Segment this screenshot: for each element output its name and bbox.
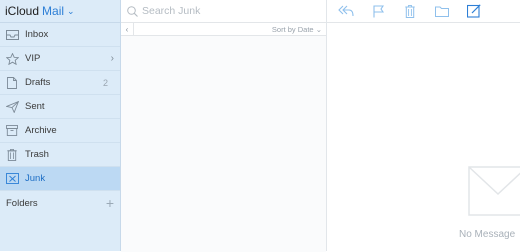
folders-label: Folders — [6, 197, 38, 209]
document-icon — [0, 76, 24, 89]
message-list-empty — [121, 36, 326, 252]
reply-icon[interactable] — [330, 0, 362, 22]
sidebar-item-drafts[interactable]: Drafts 2 — [0, 71, 120, 95]
sidebar-item-vip[interactable]: VIP › — [0, 47, 120, 71]
flag-icon[interactable] — [362, 0, 394, 22]
collapse-list-button[interactable]: ‹ — [121, 23, 134, 35]
message-toolbar — [327, 0, 520, 23]
sort-by-date-button[interactable]: Sort by Date ⌄ — [272, 25, 322, 34]
envelope-icon — [468, 166, 520, 221]
folders-section-header: Folders + — [0, 191, 120, 215]
sidebar-item-sent[interactable]: Sent — [0, 95, 120, 119]
drafts-count-badge: 2 — [102, 77, 108, 88]
folder-icon[interactable] — [426, 0, 458, 22]
chevron-down-icon: ⌄ — [315, 24, 322, 34]
sort-label: Sort by Date — [271, 24, 314, 34]
sidebar-item-label: Archive — [25, 125, 57, 136]
sidebar-item-label: Inbox — [25, 29, 49, 40]
app-name: iCloud — [5, 4, 40, 18]
sidebar-item-label: Drafts — [25, 77, 51, 88]
sidebar-item-junk[interactable]: Junk — [0, 167, 120, 191]
chevron-right-icon[interactable]: › — [111, 53, 114, 64]
sidebar-item-label: Junk — [25, 173, 46, 184]
sidebar-item-trash[interactable]: Trash — [0, 143, 120, 167]
trash-icon — [0, 148, 24, 161]
mailbox-sidebar: iCloud Mail ⌄ Inbox VIP › Drafts 2 Sent … — [0, 0, 121, 251]
sidebar-item-label: VIP — [25, 53, 41, 64]
archive-box-icon — [0, 125, 24, 136]
sort-bar: ‹ Sort by Date ⌄ — [121, 23, 326, 36]
search-input[interactable]: Search Junk — [142, 5, 200, 17]
chevron-down-icon: ⌄ — [67, 5, 75, 16]
search-bar[interactable]: Search Junk — [121, 0, 326, 23]
reading-pane: No Message — [327, 0, 520, 251]
sidebar-item-label: Sent — [25, 101, 45, 112]
message-list-pane: Search Junk ‹ Sort by Date ⌄ — [121, 0, 327, 252]
sidebar-item-inbox[interactable]: Inbox — [0, 23, 120, 47]
sidebar-item-archive[interactable]: Archive — [0, 119, 120, 143]
app-title[interactable]: iCloud Mail ⌄ — [0, 0, 120, 23]
inbox-icon — [0, 29, 24, 40]
add-folder-icon[interactable]: + — [106, 196, 114, 210]
junk-tray-icon — [0, 173, 24, 184]
trash-icon[interactable] — [394, 0, 426, 22]
paper-plane-icon — [0, 100, 24, 113]
search-icon — [127, 5, 138, 17]
star-icon — [0, 52, 24, 65]
product-name: Mail — [42, 4, 65, 18]
compose-icon[interactable] — [458, 0, 490, 22]
empty-state-text: No Message — [459, 229, 516, 240]
sidebar-item-label: Trash — [25, 149, 49, 160]
